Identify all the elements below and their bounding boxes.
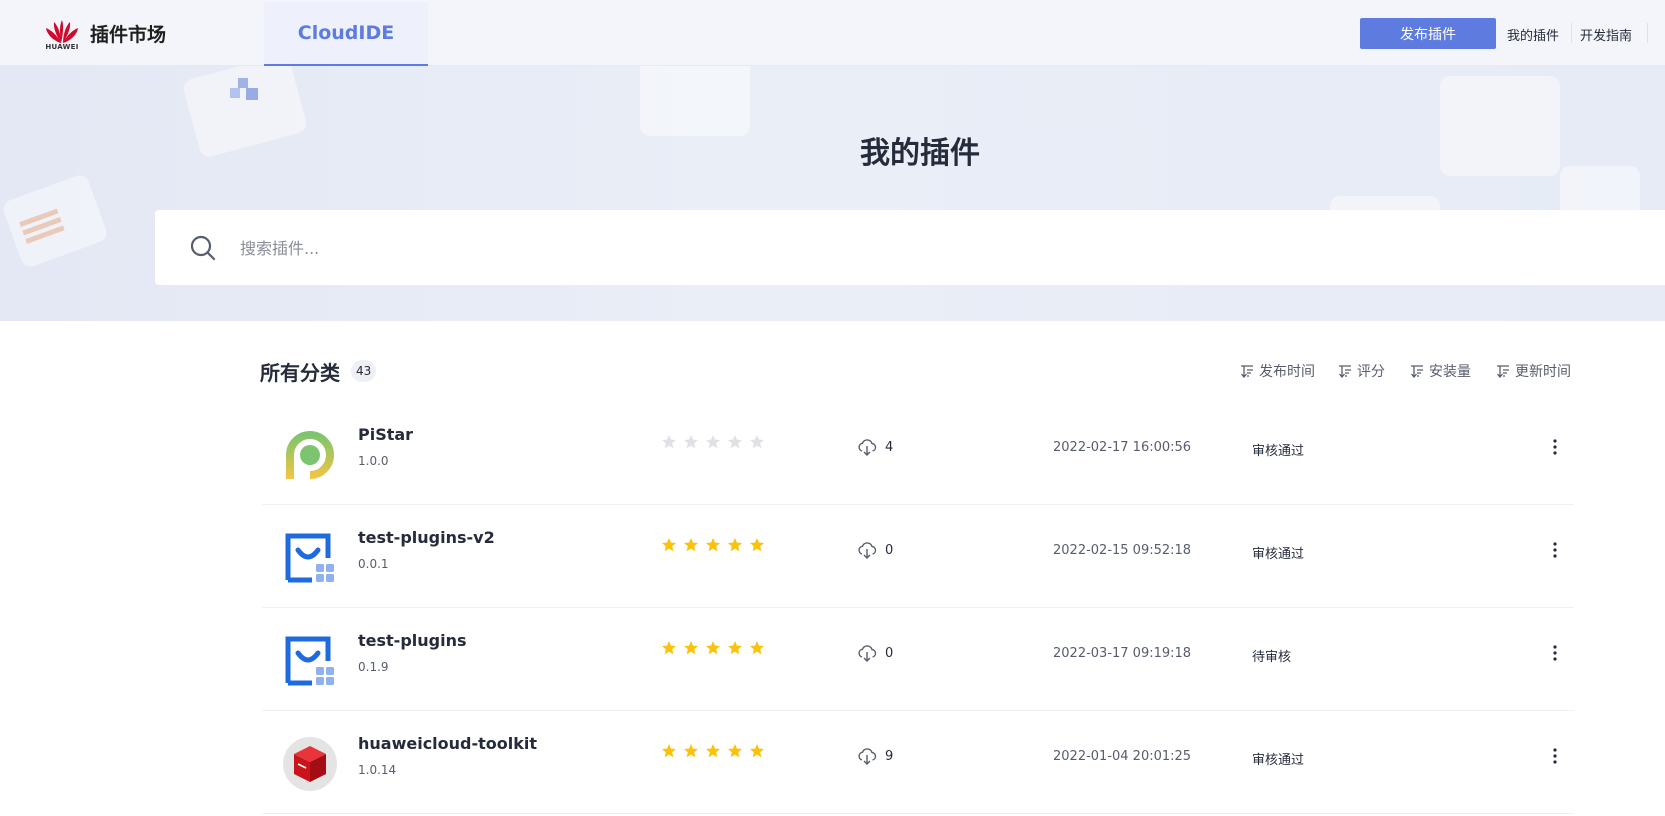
nav-divider: [1647, 23, 1648, 43]
star-icon: [662, 641, 676, 655]
plugin-default-icon[interactable]: [282, 530, 338, 586]
plugin-row[interactable]: test-plugins-v2 0.0.1 0 2022-02-15 09:52…: [262, 505, 1574, 608]
publish-date: 2022-02-15 09:52:18: [1053, 543, 1192, 558]
publish-date: 2022-03-17 09:19:18: [1053, 646, 1192, 661]
star-icon: [750, 641, 764, 655]
banner: 我的插件: [0, 66, 1665, 321]
sort-icon: [1241, 365, 1253, 378]
star-icon: [662, 744, 676, 758]
my-plugins-link[interactable]: 我的插件: [1507, 25, 1559, 44]
star-icon: [750, 744, 764, 758]
star-icon: [728, 435, 742, 449]
publish-plugin-button[interactable]: 发布插件: [1360, 18, 1496, 49]
publish-date: 2022-01-04 20:01:25: [1053, 749, 1192, 764]
star-icon: [662, 435, 676, 449]
plugin-row[interactable]: PiStar 1.0.0 4 2022-02-17 16:00:56 审核通过: [262, 402, 1574, 505]
top-navigation-bar: HUAWEI 插件市场 CloudIDE 发布插件 我的插件 开发指南: [0, 0, 1665, 66]
status-text: 审核通过: [1252, 444, 1305, 459]
star-icon: [750, 435, 764, 449]
plugin-name[interactable]: test-plugins: [358, 631, 467, 650]
star-icon: [706, 538, 720, 552]
page-title: 我的插件: [860, 136, 980, 171]
star-icon: [684, 744, 698, 758]
sort-label: 安装量: [1429, 364, 1471, 380]
sort-by-update-time[interactable]: 更新时间: [1496, 361, 1571, 381]
sort-by-installs[interactable]: 安装量: [1410, 361, 1471, 381]
banner-cube-graphic: [230, 78, 258, 100]
category-title: 所有分类: [260, 361, 340, 385]
star-icon: [684, 435, 698, 449]
publish-date: 2022-02-17 16:00:56: [1053, 440, 1192, 455]
red-cube-icon[interactable]: [282, 736, 338, 792]
status-text: 审核通过: [1252, 753, 1305, 768]
star-icon: [728, 744, 742, 758]
star-icon: [728, 538, 742, 552]
star-icon: [728, 641, 742, 655]
plugin-version: 1.0.14: [358, 763, 397, 777]
cloud-download-icon: [858, 748, 877, 765]
sort-icon: [1497, 365, 1509, 378]
rating-stars: [661, 640, 765, 656]
more-options-icon[interactable]: [1545, 435, 1565, 459]
nav-divider: [1571, 23, 1572, 43]
status-text: 审核通过: [1252, 547, 1305, 562]
download-count: 4: [857, 438, 893, 456]
sort-icon: [1411, 365, 1423, 378]
star-icon: [684, 641, 698, 655]
plugin-version: 1.0.0: [358, 454, 389, 468]
download-count: 0: [857, 541, 893, 559]
banner-decoration: [640, 66, 750, 136]
plugin-version: 0.1.9: [358, 660, 389, 674]
star-icon: [662, 538, 676, 552]
sort-label: 发布时间: [1259, 364, 1315, 380]
plugin-name[interactable]: PiStar: [358, 425, 413, 444]
rating-stars: [661, 537, 765, 553]
plugin-market-title[interactable]: 插件市场: [90, 20, 166, 47]
sort-by-rating[interactable]: 评分: [1338, 361, 1385, 381]
download-value: 9: [885, 748, 894, 764]
search-input[interactable]: [240, 232, 1140, 264]
status-text: 待审核: [1252, 650, 1292, 665]
plugin-name[interactable]: test-plugins-v2: [358, 528, 495, 547]
star-icon: [706, 744, 720, 758]
plugin-default-icon[interactable]: [282, 633, 338, 689]
download-count: 0: [857, 644, 893, 662]
plugin-count-badge: 43: [351, 360, 377, 382]
sort-icon: [1339, 365, 1351, 378]
star-icon: [684, 538, 698, 552]
dev-guide-link[interactable]: 开发指南: [1580, 25, 1632, 44]
rating-stars: [661, 434, 765, 450]
cloud-download-icon: [858, 645, 877, 662]
pistar-logo-icon[interactable]: [282, 427, 338, 483]
sort-label: 更新时间: [1515, 364, 1571, 380]
plugin-row[interactable]: test-plugins 0.1.9 0 2022-03-17 09:19:18…: [262, 608, 1574, 711]
download-count: 9: [857, 747, 893, 765]
star-icon: [750, 538, 764, 552]
search-icon[interactable]: [189, 234, 217, 262]
cloud-download-icon: [858, 542, 877, 559]
download-value: 0: [885, 645, 894, 661]
plugin-name[interactable]: huaweicloud-toolkit: [358, 734, 537, 753]
star-icon: [706, 641, 720, 655]
more-options-icon[interactable]: [1545, 641, 1565, 665]
more-options-icon[interactable]: [1545, 744, 1565, 768]
banner-tiles-graphic: [19, 208, 65, 244]
download-value: 0: [885, 542, 894, 558]
plugin-version: 0.0.1: [358, 557, 389, 571]
sort-by-publish-time[interactable]: 发布时间: [1240, 361, 1315, 381]
star-icon: [706, 435, 720, 449]
plugin-row[interactable]: huaweicloud-toolkit 1.0.14 9 2022-01-04 …: [262, 711, 1574, 814]
cloud-download-icon: [858, 439, 877, 456]
download-value: 4: [885, 439, 894, 455]
tab-cloudide[interactable]: CloudIDE: [264, 2, 428, 66]
huawei-brand-text: HUAWEI: [45, 43, 79, 51]
rating-stars: [661, 743, 765, 759]
search-bar: [155, 210, 1665, 285]
more-options-icon[interactable]: [1545, 538, 1565, 562]
sort-label: 评分: [1357, 364, 1385, 380]
